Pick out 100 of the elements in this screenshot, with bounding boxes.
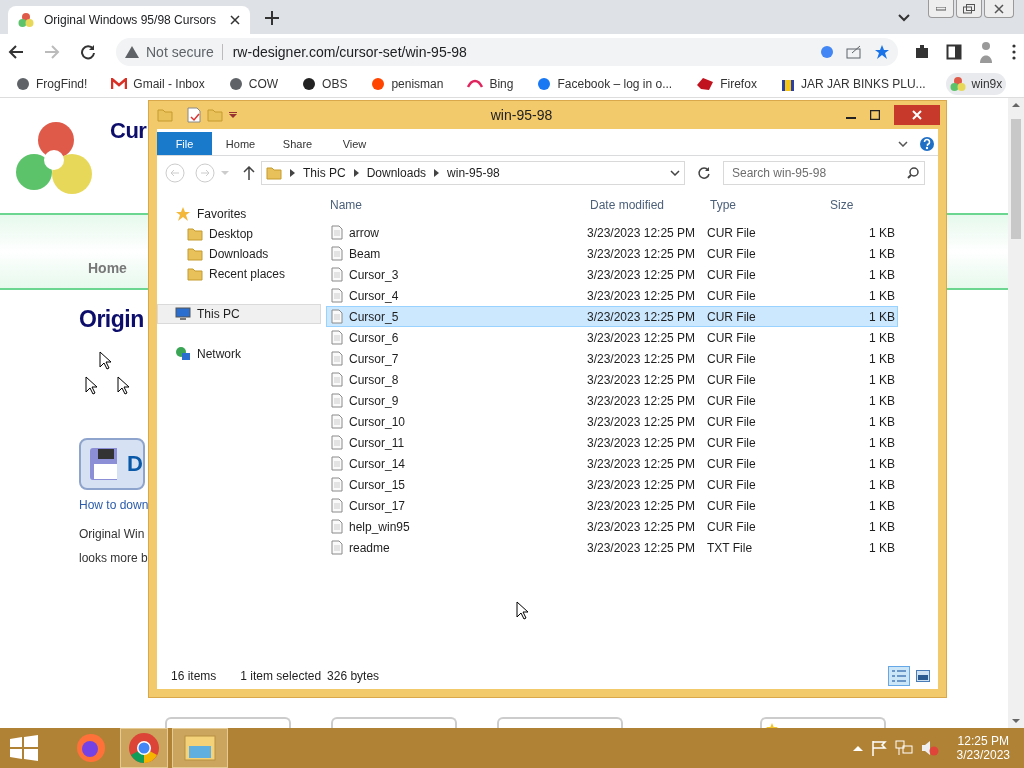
- breadcrumb-item[interactable]: This PC: [303, 166, 346, 180]
- scroll-up-icon[interactable]: [1012, 102, 1020, 107]
- avatar-icon[interactable]: [978, 40, 994, 64]
- refresh-icon[interactable]: [697, 166, 711, 180]
- file-row[interactable]: readme 3/23/2023 12:25 PM TXT File 1 KB: [326, 537, 898, 558]
- scroll-down-icon[interactable]: [1012, 719, 1020, 724]
- file-name: Cursor_15: [349, 477, 406, 492]
- nav-item[interactable]: This PC: [157, 304, 321, 324]
- nav-item[interactable]: Downloads: [157, 244, 321, 264]
- maximize-icon[interactable]: [870, 110, 880, 120]
- file-icon: [331, 540, 343, 555]
- column-header[interactable]: Date modified: [586, 198, 706, 212]
- help-link[interactable]: How to down: [79, 498, 149, 512]
- taskbar-app[interactable]: [120, 728, 168, 768]
- date-cell-text: 3/23/2023 12:25 PM: [587, 309, 697, 324]
- chevron-down-icon[interactable]: [898, 140, 908, 147]
- bookmark[interactable]: win9x: [945, 72, 1007, 95]
- nav-item[interactable]: Network: [157, 344, 321, 364]
- file-icon: [331, 498, 343, 513]
- bookmark[interactable]: Facebook – log in o...: [533, 73, 677, 94]
- tiles-icon: [916, 670, 930, 682]
- flag-icon[interactable]: [870, 740, 887, 756]
- nav-item[interactable]: Recent places: [157, 264, 321, 284]
- reload-icon[interactable]: [80, 44, 96, 60]
- date-cell-text: 3/23/2023 12:25 PM: [587, 540, 697, 555]
- file-row[interactable]: Cursor_9 3/23/2023 12:25 PM CUR File 1 KB: [326, 390, 898, 411]
- folder-icon: [187, 267, 203, 281]
- site-heading: Cur: [110, 118, 147, 144]
- scrollbar-thumb[interactable]: [1011, 119, 1021, 239]
- type-cell-text: CUR File: [707, 267, 757, 282]
- size-cell-text: 1 KB: [868, 246, 896, 261]
- paragraph-text: Original Win: [79, 526, 146, 543]
- close-icon[interactable]: [230, 15, 240, 25]
- chevron-down-icon[interactable]: [670, 170, 680, 176]
- file-row[interactable]: Cursor_11 3/23/2023 12:25 PM CUR File 1 KB: [326, 432, 898, 453]
- ribbon-tab[interactable]: File: [157, 132, 212, 155]
- chevron-down-icon[interactable]: [898, 14, 910, 22]
- file-row[interactable]: Cursor_3 3/23/2023 12:25 PM CUR File 1 KB: [326, 264, 898, 285]
- restore-button[interactable]: [956, 0, 982, 18]
- file-row[interactable]: help_win95 3/23/2023 12:25 PM CUR File 1 KB: [326, 516, 898, 537]
- file-row[interactable]: Cursor_5 3/23/2023 12:25 PM CUR File 1 KB: [326, 306, 898, 327]
- file-row[interactable]: Cursor_14 3/23/2023 12:25 PM CUR File 1 KB: [326, 453, 898, 474]
- breadcrumb-item[interactable]: Downloads: [366, 166, 427, 180]
- breadcrumb-item[interactable]: win-95-98: [447, 166, 500, 180]
- column-header[interactable]: Type: [706, 198, 826, 212]
- column-header[interactable]: Name: [326, 198, 586, 212]
- file-name: arrow: [349, 225, 379, 240]
- bookmark[interactable]: penisman: [367, 73, 448, 94]
- close-button[interactable]: [894, 105, 940, 125]
- ribbon-tab[interactable]: Share: [269, 132, 326, 155]
- bookmark[interactable]: COW: [224, 73, 283, 94]
- help-icon[interactable]: [920, 136, 934, 151]
- type-cell-text: CUR File: [707, 225, 757, 240]
- bookmark[interactable]: FrogFind!: [12, 73, 92, 94]
- sidebar-icon[interactable]: [946, 44, 962, 60]
- bookmark[interactable]: OBS: [298, 73, 352, 94]
- properties-icon[interactable]: [187, 107, 201, 123]
- file-row[interactable]: Beam 3/23/2023 12:25 PM CUR File 1 KB: [326, 243, 898, 264]
- file-row[interactable]: Cursor_17 3/23/2023 12:25 PM CUR File 1 KB: [326, 495, 898, 516]
- share-icon[interactable]: [846, 45, 862, 59]
- bookmark[interactable]: JAR JAR BINKS PLU...: [776, 72, 930, 95]
- bookmark[interactable]: Gmail - Inbox: [107, 73, 209, 94]
- file-row[interactable]: Cursor_8 3/23/2023 12:25 PM CUR File 1 KB: [326, 369, 898, 390]
- nav-item[interactable]: Desktop: [157, 224, 321, 244]
- size-cell-text: 1 KB: [868, 225, 896, 240]
- ribbon-tab[interactable]: View: [326, 132, 383, 155]
- nav-link[interactable]: Home: [88, 260, 127, 284]
- back-icon[interactable]: [8, 44, 24, 60]
- item-count: 16 items: [171, 669, 217, 683]
- scrollbar[interactable]: [1008, 98, 1024, 728]
- ribbon-tab[interactable]: Home: [212, 132, 269, 155]
- bookmark[interactable]: Bing: [463, 73, 518, 94]
- browser-tab[interactable]: Original Windows 95/98 Cursors: [8, 6, 250, 34]
- file-row[interactable]: Cursor_7 3/23/2023 12:25 PM CUR File 1 KB: [326, 348, 898, 369]
- menu-icon[interactable]: [1012, 44, 1016, 60]
- size-cell-text: 1 KB: [868, 351, 896, 366]
- close-button[interactable]: [984, 0, 1014, 18]
- nav-item[interactable]: Favorites: [157, 204, 321, 224]
- file-row[interactable]: Cursor_10 3/23/2023 12:25 PM CUR File 1 KB: [326, 411, 898, 432]
- cursor-icon: [516, 601, 528, 620]
- up-icon[interactable]: [243, 166, 255, 180]
- address-bar[interactable]: Not secure rw-designer.com/cursor-set/win-95-98: [116, 38, 898, 66]
- close-icon: [994, 3, 1004, 14]
- speaker-muted-icon[interactable]: [920, 740, 939, 756]
- dropdown-icon[interactable]: [229, 112, 237, 118]
- file-row[interactable]: Cursor_6 3/23/2023 12:25 PM CUR File 1 KB: [326, 327, 898, 348]
- search-field[interactable]: Search win-95-98: [723, 161, 925, 185]
- file-row[interactable]: arrow 3/23/2023 12:25 PM CUR File 1 KB: [326, 222, 898, 243]
- network-icon[interactable]: [894, 740, 913, 756]
- size-cell-text: 1 KB: [868, 288, 896, 303]
- date-cell-text: 3/23/2023 12:25 PM: [587, 393, 697, 408]
- address-bar[interactable]: This PC Downloads win-95-98: [261, 161, 685, 185]
- bookmark[interactable]: Firefox: [692, 73, 761, 94]
- column-header[interactable]: Size: [826, 198, 896, 212]
- download-button[interactable]: D: [79, 438, 145, 490]
- file-row[interactable]: Cursor_4 3/23/2023 12:25 PM CUR File 1 KB: [326, 285, 898, 306]
- plus-icon[interactable]: [265, 11, 279, 25]
- star-icon[interactable]: [874, 44, 890, 60]
- file-row[interactable]: Cursor_15 3/23/2023 12:25 PM CUR File 1 KB: [326, 474, 898, 495]
- file-icon: [331, 330, 343, 345]
